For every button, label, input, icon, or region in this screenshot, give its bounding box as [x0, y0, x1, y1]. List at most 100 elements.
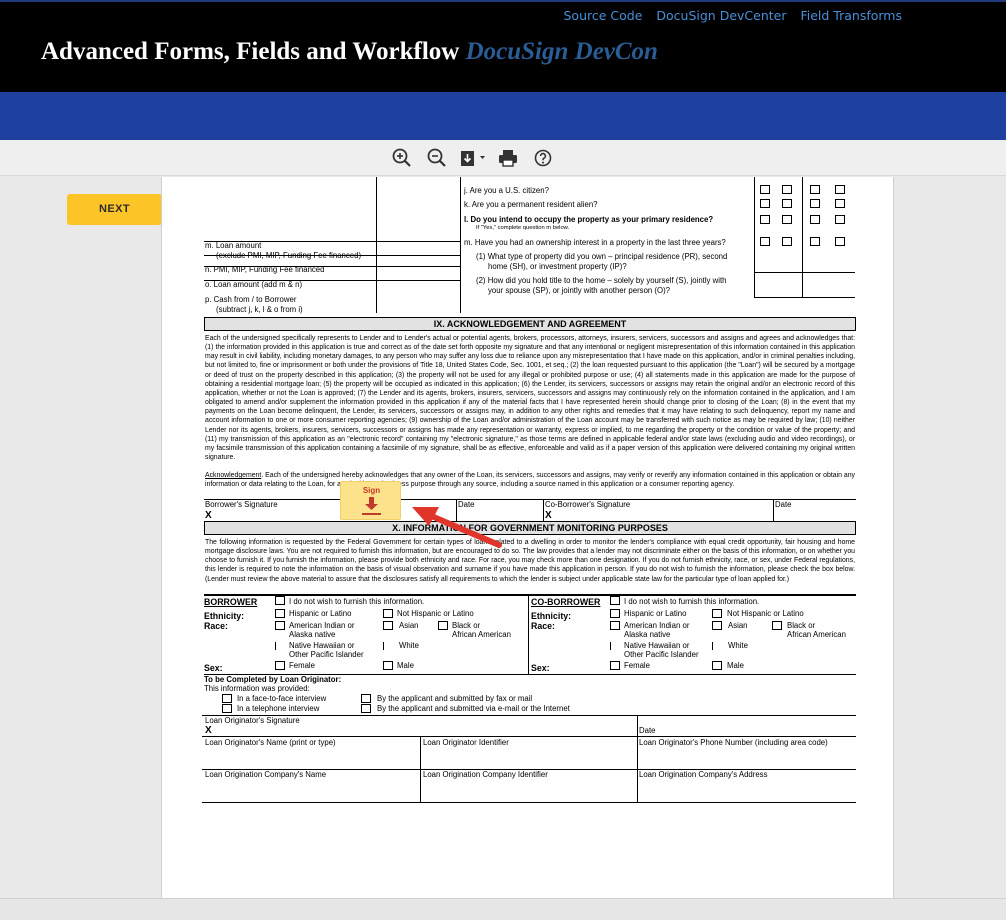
originator-identifier-label: Loan Originator Identifier — [423, 738, 509, 747]
checkbox[interactable] — [438, 621, 448, 630]
checkbox[interactable] — [835, 185, 845, 194]
loan-amount-label: m. Loan amount — [205, 241, 262, 250]
checkbox[interactable] — [760, 215, 770, 224]
source-code-link[interactable]: Source Code — [563, 8, 642, 23]
face-to-face-label: In a face-to-face interview — [237, 694, 327, 703]
coborrower-asian-label: Asian — [728, 621, 748, 630]
pmi-label: n. PMI, MIP, Funding Fee financed — [205, 265, 325, 274]
sign-tag-label: Sign — [362, 486, 381, 495]
checkbox[interactable] — [361, 694, 371, 703]
checkbox[interactable] — [610, 609, 620, 618]
title-text: Advanced Forms, Fields and Workflow — [41, 38, 460, 65]
download-icon[interactable] — [459, 147, 489, 169]
grid-line — [754, 272, 855, 273]
checkbox[interactable] — [760, 199, 770, 208]
document-page: j. Are you a U.S. citizen? k. Are you a … — [161, 177, 894, 898]
checkbox[interactable] — [222, 694, 232, 703]
originator-name-label: Loan Originator's Name (print or type) — [205, 738, 336, 747]
checkbox[interactable] — [275, 609, 285, 618]
grid-line — [460, 177, 461, 313]
checkbox[interactable] — [760, 185, 770, 194]
question-k: k. Are you a permanent resident alien? — [464, 200, 598, 209]
coborrower-hispanic-label: Hispanic or Latino — [624, 609, 687, 618]
checkbox[interactable] — [810, 185, 820, 194]
african-american-label: African American — [452, 630, 511, 639]
sign-here-tag[interactable]: Sign — [340, 481, 401, 520]
title-accent: DocuSign DevCon — [465, 38, 658, 65]
checkbox[interactable] — [383, 609, 393, 618]
cash-sublabel: (subtract j, k, l & o from i) — [216, 305, 303, 314]
checkbox[interactable] — [610, 661, 620, 670]
checkbox[interactable] — [712, 621, 722, 630]
ethnicity-label: Ethnicity: — [204, 611, 245, 621]
zoom-in-icon[interactable] — [391, 147, 413, 169]
question-m1-line2: home (SH), or investment property (IP)? — [488, 262, 627, 271]
coborrower-ethnicity-label: Ethnicity: — [531, 611, 572, 621]
grid-line — [204, 499, 856, 500]
checkbox[interactable] — [610, 621, 620, 630]
grid-line — [754, 297, 855, 298]
checkbox[interactable] — [275, 596, 285, 605]
white-label: White — [399, 641, 419, 650]
download-arrow-icon — [362, 497, 381, 515]
section-x-header: X. INFORMATION FOR GOVERNMENT MONITORING… — [204, 521, 856, 535]
checkbox[interactable] — [782, 237, 792, 246]
section-ix-header: IX. ACKNOWLEDGEMENT AND AGREEMENT — [204, 317, 856, 331]
zoom-out-icon[interactable] — [426, 147, 448, 169]
hispanic-label: Hispanic or Latino — [289, 609, 352, 618]
checkbox[interactable] — [810, 237, 820, 246]
page-title: Advanced Forms, Fields and Workflow Docu… — [41, 38, 658, 66]
checkbox[interactable] — [361, 704, 371, 713]
devcenter-link[interactable]: DocuSign DevCenter — [656, 8, 786, 23]
checkbox[interactable] — [712, 661, 722, 670]
checkbox[interactable] — [760, 237, 770, 246]
grid-line — [528, 594, 529, 674]
borrower-signature-x: X — [205, 510, 212, 521]
company-address-label: Loan Origination Company's Address — [639, 770, 768, 779]
alaska-native-label: Alaska native — [289, 630, 336, 639]
question-l: l. Do you intend to occupy the property … — [464, 215, 714, 224]
originator-phone-label: Loan Originator's Phone Number (includin… — [639, 738, 828, 747]
coborrower-male-label: Male — [727, 661, 744, 670]
checkbox[interactable] — [782, 185, 792, 194]
checkbox[interactable] — [810, 199, 820, 208]
checkbox[interactable] — [222, 704, 232, 713]
grid-line — [712, 642, 713, 650]
checkbox[interactable] — [383, 661, 393, 670]
checkbox[interactable] — [275, 661, 285, 670]
grid-line — [202, 715, 856, 716]
brand-band — [0, 92, 1006, 140]
checkbox[interactable] — [810, 215, 820, 224]
not-hispanic-label: Not Hispanic or Latino — [397, 609, 474, 618]
section-ix-paragraph: Each of the undersigned specifically rep… — [205, 335, 855, 462]
header-links: Source Code DocuSign DevCenter Field Trans… — [549, 8, 902, 23]
checkbox[interactable] — [610, 596, 620, 605]
print-icon[interactable] — [497, 147, 519, 169]
checkbox[interactable] — [712, 609, 722, 618]
coborrower-heading: CO-BORROWER — [531, 597, 601, 607]
checkbox[interactable] — [383, 621, 393, 630]
grid-line — [610, 642, 611, 650]
document-toolbar — [0, 140, 1006, 176]
help-icon[interactable] — [532, 147, 554, 169]
telephone-label: In a telephone interview — [237, 704, 320, 713]
grid-line — [376, 177, 377, 313]
checkbox[interactable] — [835, 215, 845, 224]
checkbox[interactable] — [772, 621, 782, 630]
checkbox[interactable] — [782, 215, 792, 224]
grid-line — [543, 499, 544, 521]
checkbox[interactable] — [275, 621, 285, 630]
next-button[interactable]: NEXT — [67, 194, 162, 225]
coborrower-african-american-label: African American — [787, 630, 846, 639]
loan-total-label: o. Loan amount (add m & n) — [205, 280, 303, 289]
grid-line — [754, 177, 755, 297]
field-transforms-link[interactable]: Field Transforms — [800, 8, 902, 23]
coborrower-alaska-native-label: Alaska native — [624, 630, 671, 639]
coborrower-date-label: Date — [775, 500, 792, 509]
bottom-bar — [0, 898, 1006, 920]
loan-amount-sublabel: (exclude PMI, MIP, Funding Fee financed) — [216, 251, 362, 260]
checkbox[interactable] — [782, 199, 792, 208]
checkbox[interactable] — [835, 199, 845, 208]
male-label: Male — [397, 661, 414, 670]
checkbox[interactable] — [835, 237, 845, 246]
